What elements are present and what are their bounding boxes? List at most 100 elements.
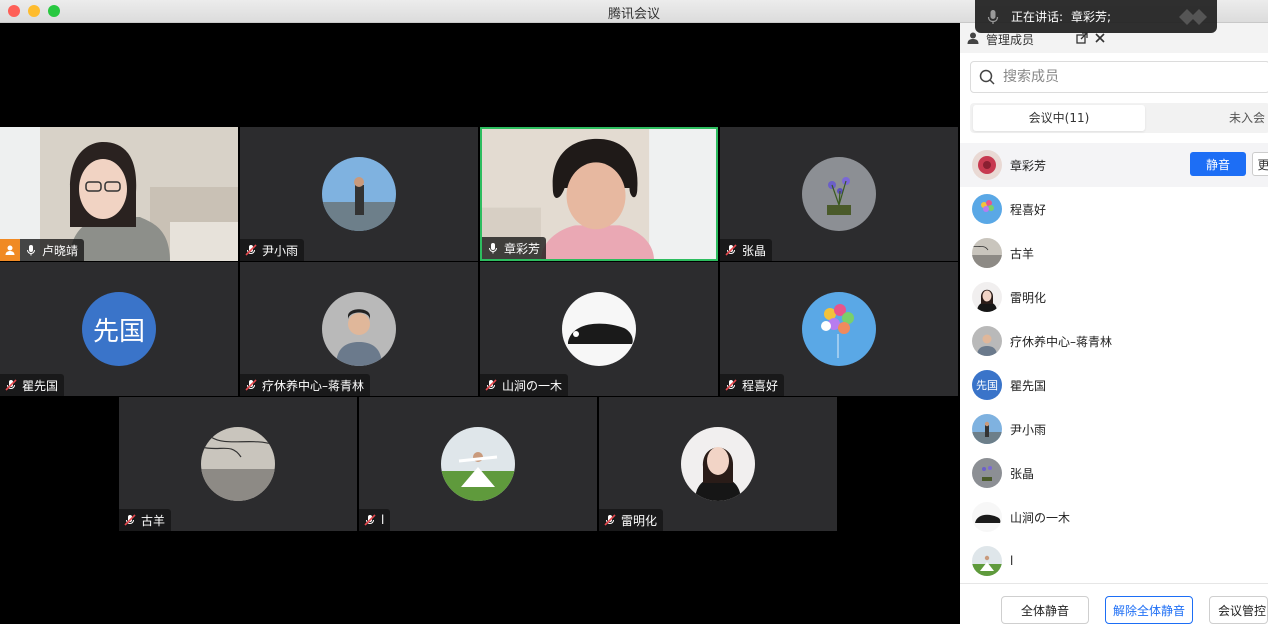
member-row[interactable]: 程喜好: [960, 187, 1268, 231]
members-icon: [967, 32, 979, 44]
member-avatar: [972, 458, 1002, 488]
video-tile-zhangjing[interactable]: 张晶: [720, 127, 958, 261]
participant-avatar: [802, 157, 876, 231]
tile-nameplate: 尹小雨: [240, 239, 305, 261]
video-tile-quxianguo[interactable]: 先国 瞿先国: [0, 262, 238, 396]
pop-out-icon[interactable]: [1076, 32, 1088, 44]
panel-footer: 全体静音 解除全体静音 会议管控: [960, 583, 1268, 624]
member-row[interactable]: l: [960, 539, 1268, 583]
video-tile-leiminghua[interactable]: 雷明化: [599, 397, 837, 531]
tab-in-meeting[interactable]: 会议中(11): [973, 105, 1145, 131]
member-row[interactable]: 雷明化: [960, 275, 1268, 319]
tile-nameplate: 章彩芳: [482, 237, 547, 259]
mic-muted-icon: [725, 244, 737, 256]
mic-muted-icon: [364, 514, 376, 526]
participant-name: 尹小雨: [262, 243, 299, 258]
participant-avatar: [441, 427, 515, 501]
member-row[interactable]: 章彩芳 静音 更: [960, 143, 1268, 187]
host-badge-icon: [0, 239, 20, 261]
member-row[interactable]: 古羊: [960, 231, 1268, 275]
member-avatar: [972, 546, 1002, 576]
member-name: 瞿先国: [1010, 378, 1047, 393]
unmute-all-button[interactable]: 解除全体静音: [1105, 596, 1193, 624]
member-name: 山涧の一木: [1010, 510, 1071, 525]
member-avatar: [972, 414, 1002, 444]
video-tile-guyang[interactable]: 古羊: [119, 397, 357, 531]
search-box[interactable]: [970, 61, 1268, 93]
member-row[interactable]: 尹小雨: [960, 407, 1268, 451]
mic-on-icon: [27, 245, 35, 256]
member-name: 古羊: [1010, 246, 1035, 261]
tile-nameplate: 山涧の一木: [480, 374, 569, 396]
speaking-names: 章彩芳;: [1071, 10, 1112, 24]
tab-not-joined[interactable]: 未入会: [1210, 105, 1268, 131]
participant-avatar: [681, 427, 755, 501]
participant-name: 卢晓靖: [42, 243, 79, 258]
speaking-indicator: 正在讲话: 章彩芳;: [975, 0, 1217, 33]
participant-name: 瞿先国: [22, 378, 59, 393]
panel-title: 管理成员: [986, 33, 1035, 47]
video-tile-l[interactable]: l: [359, 397, 597, 531]
participant-avatar: [562, 292, 636, 366]
participant-name: 山涧の一木: [502, 378, 563, 393]
speaking-label: 正在讲话:: [1011, 10, 1064, 24]
member-avatar: [972, 326, 1002, 356]
member-name: 程喜好: [1010, 202, 1047, 217]
participant-name: 雷明化: [621, 513, 658, 528]
mic-on-icon: [489, 243, 497, 254]
participant-avatar: [322, 157, 396, 231]
participant-name: 张晶: [742, 243, 767, 258]
member-name: l: [1010, 554, 1014, 568]
watermark-logo-icon: [1179, 9, 1207, 25]
more-member-button[interactable]: 更: [1252, 152, 1268, 176]
member-text-avatar: 先国: [972, 370, 1002, 400]
mute-all-button[interactable]: 全体静音: [1001, 596, 1089, 624]
member-name: 疗休养中心–蒋青林: [1010, 334, 1113, 349]
participant-name: 古羊: [141, 513, 166, 528]
video-tile-chengxihao[interactable]: 程喜好: [720, 262, 958, 396]
member-tabs: 会议中(11) 未入会: [970, 103, 1268, 133]
video-tile-luxiaojing[interactable]: 卢晓靖: [0, 127, 238, 261]
close-icon[interactable]: [1094, 32, 1106, 44]
member-avatar: [972, 194, 1002, 224]
mic-icon: [987, 9, 999, 24]
member-name: 张晶: [1010, 466, 1035, 481]
tile-nameplate: 卢晓靖: [0, 239, 85, 261]
meeting-control-button[interactable]: 会议管控: [1209, 596, 1268, 624]
tile-nameplate: 古羊: [119, 509, 172, 531]
members-panel: 管理成员 会议中(11) 未入会 章彩芳 静音 更 程喜好 古羊 雷明化 疗休养…: [960, 23, 1268, 624]
tile-nameplate: 瞿先国: [0, 374, 65, 396]
participant-avatar: [322, 292, 396, 366]
mic-muted-icon: [245, 244, 257, 256]
tile-nameplate: 疗休养中心–蒋青林: [240, 374, 371, 396]
search-icon: [979, 69, 995, 85]
tile-nameplate: 雷明化: [599, 509, 664, 531]
mic-muted-icon: [485, 379, 497, 391]
search-input[interactable]: [1001, 68, 1245, 86]
participant-name: 疗休养中心–蒋青林: [262, 378, 365, 393]
participant-name: 章彩芳: [504, 241, 541, 256]
participant-avatar: [201, 427, 275, 501]
member-avatar: [972, 282, 1002, 312]
mic-muted-icon: [124, 514, 136, 526]
mic-muted-icon: [604, 514, 616, 526]
member-avatar: [972, 238, 1002, 268]
video-tile-yinxiaoyu[interactable]: 尹小雨: [240, 127, 478, 261]
member-avatar: [972, 150, 1002, 180]
video-tile-jiangqinglin[interactable]: 疗休养中心–蒋青林: [240, 262, 478, 396]
tile-nameplate: 张晶: [720, 239, 773, 261]
member-row[interactable]: 先国 瞿先国: [960, 363, 1268, 407]
tile-nameplate: 程喜好: [720, 374, 785, 396]
member-avatar: [972, 502, 1002, 532]
member-row[interactable]: 张晶: [960, 451, 1268, 495]
participant-name: l: [381, 513, 385, 527]
mic-muted-icon: [725, 379, 737, 391]
member-row[interactable]: 山涧の一木: [960, 495, 1268, 539]
member-row[interactable]: 疗休养中心–蒋青林: [960, 319, 1268, 363]
video-tile-shanjian[interactable]: 山涧の一木: [480, 262, 718, 396]
video-stage: 卢晓靖 尹小雨 章彩芳 张晶 先国 瞿先国 疗休养中心–蒋青林 山涧の一木 程喜…: [0, 23, 960, 623]
participant-avatar: [802, 292, 876, 366]
video-tile-zhangcaifang[interactable]: 章彩芳: [480, 127, 718, 261]
member-name: 尹小雨: [1010, 422, 1047, 437]
mute-member-button[interactable]: 静音: [1190, 152, 1246, 176]
